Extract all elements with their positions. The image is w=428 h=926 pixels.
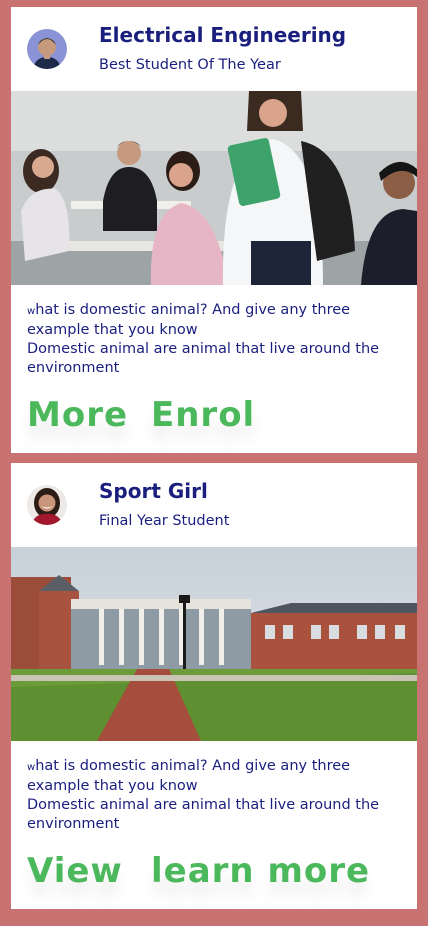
answer-text: Domestic animal are animal that live aro… [27,341,380,376]
card-subtitle: Best Student Of The Year [99,57,281,73]
answer-text: Domestic animal are animal that live aro… [27,797,380,832]
university-campus-photo [11,547,417,741]
classroom-students-photo [11,91,417,285]
question-lead: w [27,306,36,317]
card-body-text: what is domestic animal? And give any th… [27,757,407,834]
view-button[interactable]: View [27,851,123,891]
card-body-text: what is domestic animal? And give any th… [27,301,407,378]
question-rest: hat is domestic animal? And give any thr… [27,758,351,794]
more-button[interactable]: More [27,395,128,435]
avatar[interactable] [27,485,67,525]
avatar[interactable] [27,29,67,69]
post-card-electrical-engineering: Electrical Engineering Best Student Of T… [11,7,417,453]
enrol-button[interactable]: Enrol [151,395,255,435]
card-title: Sport Girl [99,479,208,503]
post-card-sport-girl: Sport Girl Final Year Student what is do… [11,463,417,909]
question-lead: w [27,762,36,773]
question-text: what is domestic animal? And give any th… [27,301,407,340]
question-text: what is domestic animal? And give any th… [27,757,407,796]
male-avatar-icon [27,29,67,69]
card-title: Electrical Engineering [99,23,347,47]
female-avatar-icon [27,485,67,525]
question-rest: hat is domestic animal? And give any thr… [27,302,351,338]
learn-more-button[interactable]: learn more [151,851,370,891]
card-subtitle: Final Year Student [99,513,230,529]
